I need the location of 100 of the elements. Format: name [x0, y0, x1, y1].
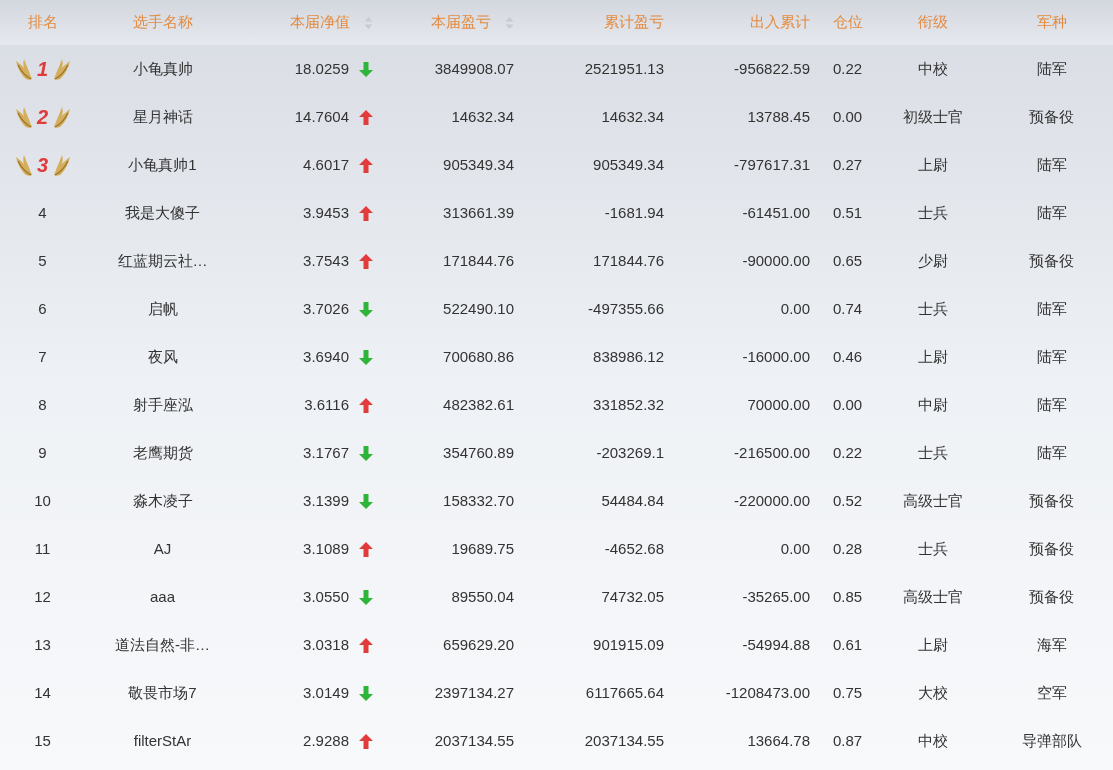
player-name: filterStAr: [133, 730, 192, 751]
table-cell-text: 0.52: [832, 490, 863, 511]
table-cell-text: 70000.00: [747, 394, 810, 415]
wing-icon: [52, 153, 71, 177]
table-cell-text: 2037134.55: [434, 730, 514, 751]
table-cell-text: -216500.00: [734, 442, 810, 463]
table-cell-text: 陆军: [1036, 346, 1067, 367]
table-cell-text: 158332.70: [443, 490, 514, 511]
table-cell-text: 0.51: [832, 202, 863, 223]
table-cell-text: 士兵: [917, 442, 948, 463]
table-cell-text: -956822.59: [734, 58, 810, 79]
table-cell-text: 陆军: [1036, 394, 1067, 415]
table-cell-text: 2037134.55: [584, 730, 664, 751]
wing-icon: [14, 105, 33, 129]
table-cell-text: 预备役: [1029, 106, 1074, 127]
table-cell-text: 171844.76: [593, 250, 664, 271]
wing-icon: [52, 105, 71, 129]
player-name: 我是大傻子: [125, 202, 200, 223]
wing-icon: [14, 153, 33, 177]
table-cell-text: 4.6017: [303, 154, 349, 175]
table-cell-text: 3.6940: [303, 346, 349, 367]
table-cell-text: 空军: [1036, 682, 1067, 703]
table-cell-text: 0.00: [780, 298, 810, 319]
rank-number: 2: [35, 105, 50, 130]
column-header: 本届净值: [290, 12, 350, 33]
table-cell-text: 导弹部队: [1021, 730, 1082, 751]
player-name: 红蓝期云社…: [117, 250, 208, 271]
table-cell-text: 313661.39: [443, 202, 514, 223]
table-cell-text: -16000.00: [742, 346, 810, 367]
rank-number: 9: [38, 442, 47, 463]
table-cell-text: 士兵: [917, 298, 948, 319]
table-cell-text: 74732.05: [601, 586, 664, 607]
table-cell-text: 3.7543: [303, 250, 349, 271]
table-cell-text: 高级士官: [902, 490, 963, 511]
table-cell-text: 19689.75: [451, 538, 514, 559]
column-header: 累计盈亏: [604, 12, 664, 33]
table-cell-text: 3.6116: [304, 394, 349, 415]
table-cell-text: 预备役: [1029, 490, 1074, 511]
table-cell-text: -1208473.00: [725, 682, 810, 703]
rank-number: 5: [38, 250, 47, 271]
table-cell-text: 预备役: [1029, 538, 1074, 559]
column-header: 本届盈亏: [431, 12, 491, 33]
table-cell-text: 6117665.64: [585, 682, 664, 703]
table-cell-text: 少尉: [917, 250, 948, 271]
table-cell-text: 0.65: [832, 250, 863, 271]
table-cell-text: -203269.1: [596, 442, 664, 463]
table-cell-text: 陆军: [1036, 298, 1067, 319]
table-cell-text: 上尉: [917, 634, 948, 655]
table-cell-text: 354760.89: [443, 442, 514, 463]
table-cell-text: 海军: [1036, 634, 1067, 655]
sort-icon[interactable]: [505, 15, 514, 30]
rank-number: 7: [38, 346, 47, 367]
table-cell-text: 初级士官: [902, 106, 963, 127]
table-cell-text: -1681.94: [604, 202, 664, 223]
table-cell-text: 482382.61: [443, 394, 514, 415]
table-cell-text: 0.74: [832, 298, 863, 319]
rank-number: 1: [35, 57, 50, 82]
rank-number: 12: [34, 586, 51, 607]
player-name: 射手座泓: [132, 394, 193, 415]
table-cell-text: 3.0149: [303, 682, 349, 703]
table-cell-text: -4652.68: [604, 538, 664, 559]
player-name: 小龟真帅: [132, 58, 193, 79]
table-cell-text: 0.27: [832, 154, 863, 175]
table-cell-text: 3.9453: [303, 202, 349, 223]
player-name: aaa: [150, 586, 175, 607]
table-cell-text: 士兵: [917, 538, 948, 559]
player-name: 小龟真帅1: [128, 154, 197, 175]
rank-number: 11: [34, 538, 51, 559]
table-cell-text: 中尉: [917, 394, 948, 415]
table-cell-text: 0.61: [832, 634, 863, 655]
table-cell-text: 预备役: [1029, 250, 1074, 271]
table-cell-text: 中校: [917, 58, 948, 79]
table-cell-text: 3849908.07: [434, 58, 514, 79]
column-header: 仓位: [832, 12, 863, 33]
table-cell-text: 中校: [917, 730, 948, 751]
rank-number: 3: [35, 153, 50, 178]
table-cell-text: 905349.34: [443, 154, 514, 175]
rank-number: 15: [34, 730, 51, 751]
player-name: 星月神话: [132, 106, 193, 127]
table-cell-text: 0.85: [832, 586, 863, 607]
column-header: 衔级: [917, 12, 948, 33]
player-name: 道法自然-非…: [115, 634, 210, 655]
table-cell-text: 0.75: [832, 682, 863, 703]
table-cell-text: 18.0259: [294, 58, 349, 79]
table-cell-text: 659629.20: [443, 634, 514, 655]
table-cell-text: -54994.88: [742, 634, 810, 655]
table-cell-text: 13788.45: [747, 106, 810, 127]
table-cell-text: 陆军: [1036, 202, 1067, 223]
sort-icon[interactable]: [364, 15, 373, 30]
wing-icon: [52, 57, 71, 81]
table-cell-text: 3.0550: [303, 586, 349, 607]
wing-icon: [14, 57, 33, 81]
table-cell-text: 171844.76: [443, 250, 514, 271]
table-cell-text: 陆军: [1036, 154, 1067, 175]
table-cell-text: 高级士官: [902, 586, 963, 607]
rank-number: 14: [34, 682, 51, 703]
table-cell-text: 陆军: [1036, 58, 1067, 79]
column-header: 出入累计: [750, 12, 810, 33]
table-cell-text: -90000.00: [742, 250, 810, 271]
table-cell-text: 14632.34: [601, 106, 664, 127]
